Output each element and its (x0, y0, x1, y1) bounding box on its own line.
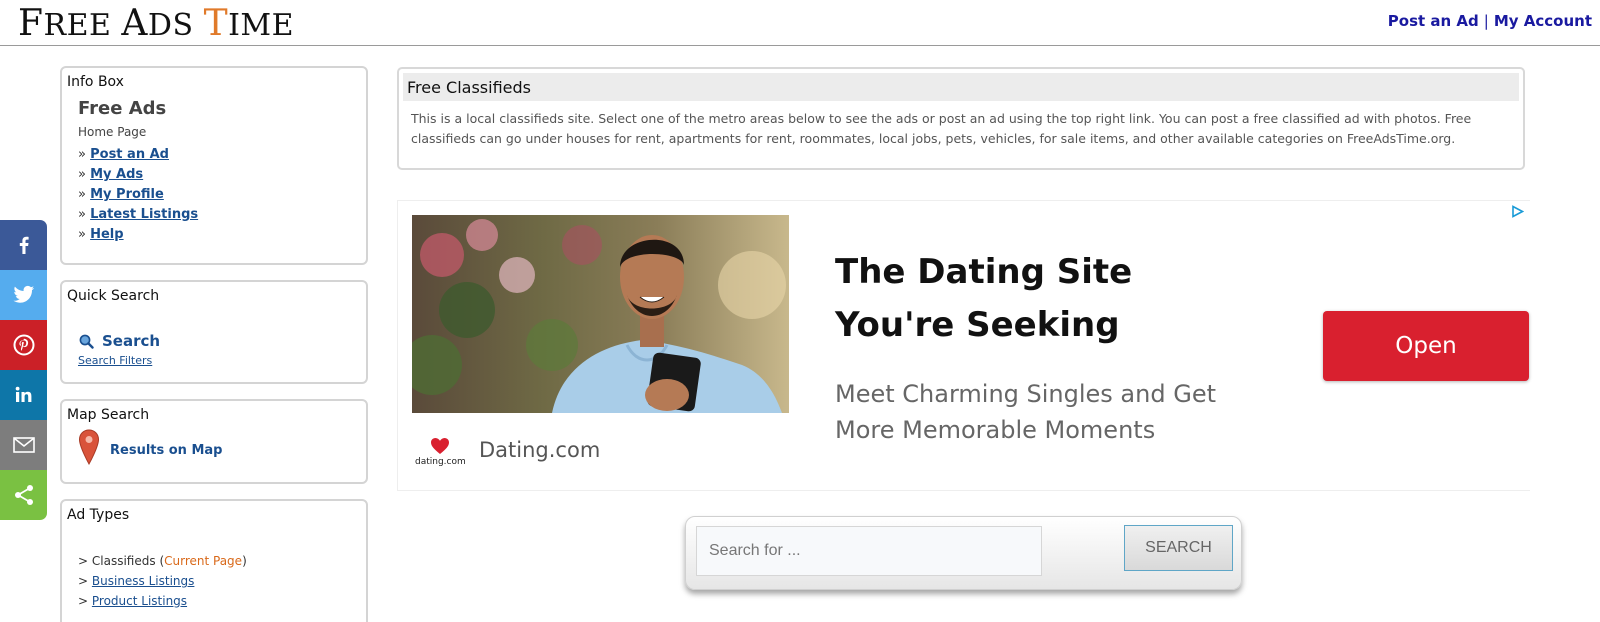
twitter-share-button[interactable] (0, 270, 47, 320)
free-classifieds-box: Free Classifieds This is a local classif… (397, 67, 1525, 170)
ad-subtext[interactable]: Meet Charming Singles and Get More Memor… (835, 376, 1265, 448)
email-share-button[interactable] (0, 420, 47, 470)
ad-photo[interactable] (412, 215, 789, 413)
latest-listings-link[interactable]: Latest Listings (90, 207, 198, 222)
product-listings-link[interactable]: Product Listings (92, 594, 187, 608)
dating-logo-text: dating.com (415, 457, 466, 467)
info-box-title: Info Box (67, 74, 124, 90)
results-on-map-link[interactable]: Results on Map (110, 443, 222, 458)
share-button[interactable] (0, 470, 47, 520)
my-account-link[interactable]: My Account (1494, 12, 1592, 30)
post-an-ad-link[interactable]: Post an Ad (90, 147, 169, 162)
twitter-icon (12, 285, 34, 303)
list-item: > Classifieds (Current Page) (78, 554, 247, 568)
quick-search-box: Quick Search Search Search Filters (60, 280, 368, 384)
list-item: » Help (78, 227, 124, 242)
help-link[interactable]: Help (90, 227, 123, 242)
header-separator: | (1483, 12, 1489, 30)
adchoices-icon[interactable] (1511, 205, 1524, 218)
ad-headline[interactable]: The Dating Site You're Seeking (835, 246, 1255, 352)
list-item: » Latest Listings (78, 207, 199, 222)
share-icon (14, 485, 33, 505)
map-search-box: Map Search Results on Map (60, 399, 368, 484)
ad-brand-name[interactable]: Dating.com (479, 438, 600, 462)
ad-image (412, 215, 789, 413)
pinterest-icon (13, 334, 34, 356)
my-ads-link[interactable]: My Ads (90, 167, 143, 182)
bottom-search-bar: SEARCH (685, 516, 1242, 590)
quick-search-label: Search (102, 332, 161, 350)
free-classifieds-title: Free Classifieds (403, 73, 1519, 101)
quick-search-title: Quick Search (67, 288, 160, 304)
ad-types-title: Ad Types (67, 507, 130, 523)
email-icon (12, 437, 35, 453)
list-item: » My Ads (78, 167, 144, 182)
home-page-label: Home Page (78, 125, 147, 139)
map-pin-icon (78, 429, 100, 465)
search-icon (79, 334, 94, 349)
list-item: » My Profile (78, 187, 164, 202)
search-button[interactable]: SEARCH (1124, 525, 1233, 571)
quick-search-link[interactable]: Search (79, 332, 160, 350)
my-profile-link[interactable]: My Profile (90, 187, 164, 202)
heart-icon (431, 438, 449, 454)
dating-logo[interactable]: dating.com (415, 437, 466, 467)
linkedin-icon (15, 386, 31, 402)
list-item: > Business Listings (78, 574, 195, 588)
facebook-share-button[interactable] (0, 220, 47, 270)
site-logo[interactable]: FREE ADS TIME (18, 3, 294, 44)
info-box-links: » Post an Ad » My Ads » My Profile » Lat… (78, 145, 198, 245)
pinterest-share-button[interactable] (0, 320, 47, 370)
free-classifieds-description: This is a local classifieds site. Select… (411, 111, 1472, 146)
map-search-title: Map Search (67, 407, 150, 423)
facebook-icon (19, 236, 29, 254)
current-page-label: Current Page (164, 554, 243, 568)
info-box: Info Box Free Ads Home Page » Post an Ad… (60, 66, 368, 265)
ad-types-box: Ad Types > Classifieds (Current Page) > … (60, 499, 368, 622)
header: FREE ADS TIME Post an Ad | My Account (0, 0, 1600, 46)
list-item: » Post an Ad (78, 147, 169, 162)
advertisement[interactable]: dating.com Dating.com The Dating Site Yo… (397, 200, 1530, 491)
search-input[interactable] (696, 526, 1042, 576)
social-share-bar (0, 220, 47, 520)
linkedin-share-button[interactable] (0, 370, 47, 420)
business-listings-link[interactable]: Business Listings (92, 574, 195, 588)
ad-open-button[interactable]: Open (1323, 311, 1529, 381)
classifieds-label: Classifieds (91, 554, 156, 568)
list-item: > Product Listings (78, 594, 188, 608)
search-filters-link[interactable]: Search Filters (78, 354, 152, 367)
post-ad-link[interactable]: Post an Ad (1388, 12, 1479, 30)
info-box-heading: Free Ads (78, 98, 167, 119)
header-links: Post an Ad | My Account (1388, 12, 1592, 30)
ad-types-list: > Classifieds (Current Page) > Business … (78, 551, 247, 611)
